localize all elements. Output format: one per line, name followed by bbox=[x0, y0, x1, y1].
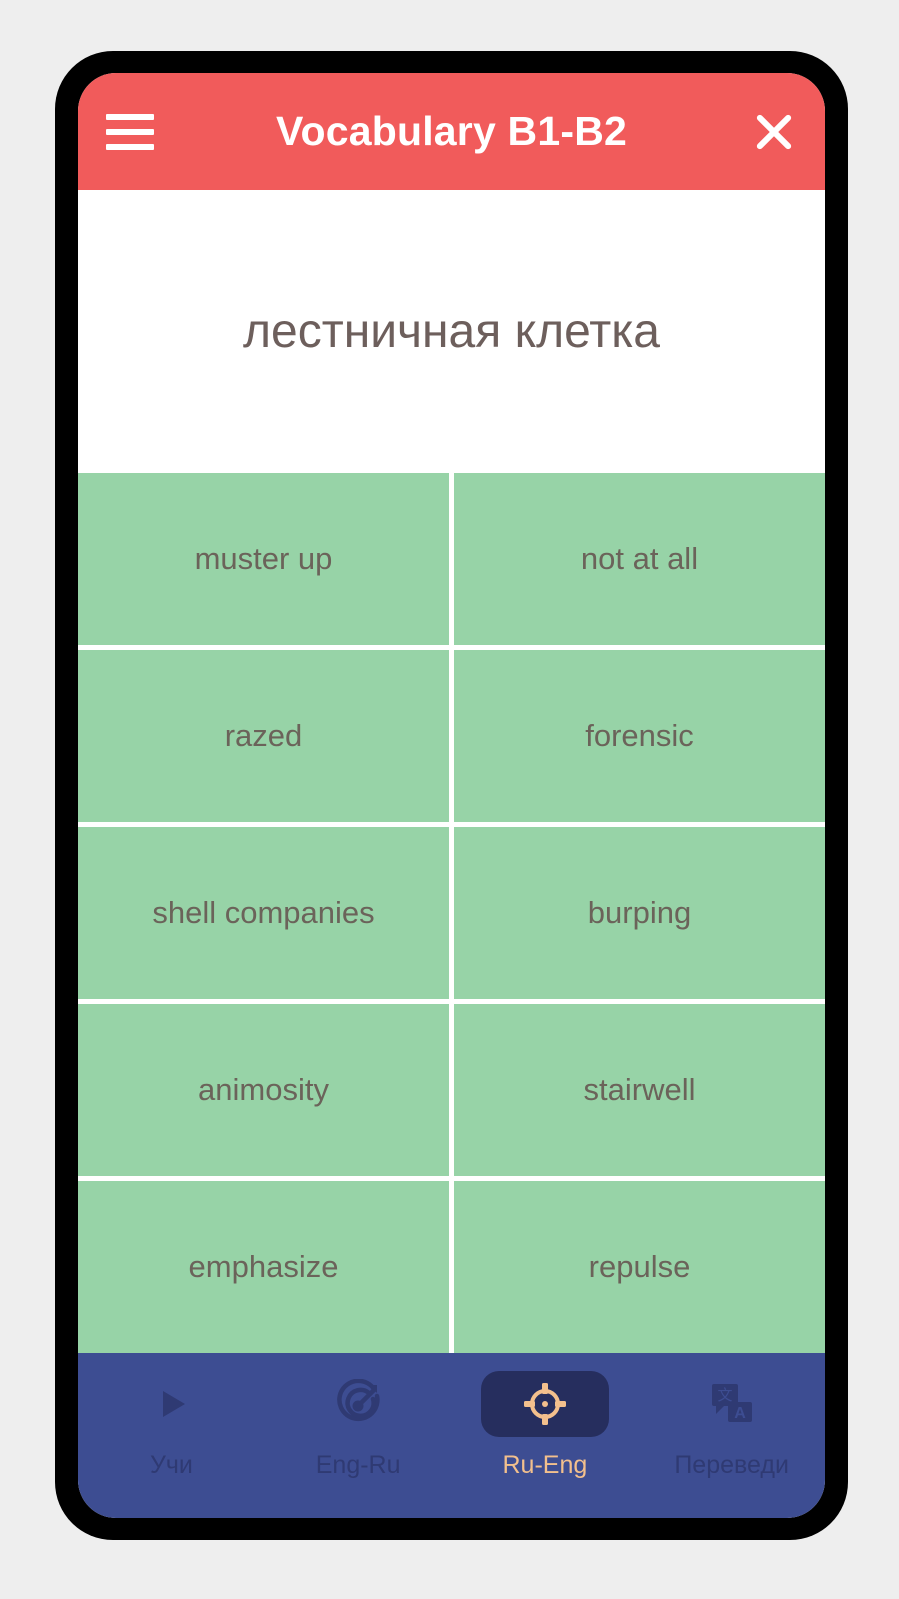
answer-tile[interactable]: repulse bbox=[454, 1181, 825, 1353]
nav-label: Учи bbox=[149, 1451, 193, 1479]
screen-root: Vocabulary B1-B2 лестничная клетка muste… bbox=[0, 0, 899, 1599]
hamburger-bar bbox=[106, 128, 154, 135]
answer-tile[interactable]: stairwell bbox=[454, 1004, 825, 1176]
nav-icon-wrap bbox=[107, 1371, 235, 1437]
nav-item-uchi[interactable]: Учи bbox=[78, 1367, 265, 1480]
answer-tile[interactable]: emphasize bbox=[78, 1181, 449, 1353]
nav-icon-wrap bbox=[294, 1371, 422, 1437]
phone-screen: Vocabulary B1-B2 лестничная клетка muste… bbox=[78, 73, 825, 1518]
nav-item-perevedi[interactable]: 文 A Переведи bbox=[638, 1367, 825, 1480]
nav-icon-wrap: 文 A bbox=[668, 1371, 796, 1437]
answer-tile[interactable]: muster up bbox=[78, 473, 449, 645]
translate-icon: 文 A bbox=[711, 1384, 752, 1422]
bottom-navigation: Учи Eng-Ru Ru-Eng 文 A Переведи bbox=[78, 1353, 825, 1518]
page-title: Vocabulary B1-B2 bbox=[275, 108, 628, 154]
svg-text:文: 文 bbox=[717, 1387, 732, 1404]
answer-tile[interactable]: not at all bbox=[454, 473, 825, 645]
answer-tile[interactable]: burping bbox=[454, 827, 825, 999]
hamburger-bar bbox=[106, 143, 154, 150]
answer-grid: muster up not at all razed forensic shel… bbox=[78, 473, 825, 1353]
answer-tile[interactable]: shell companies bbox=[78, 827, 449, 999]
target-dart-icon bbox=[337, 1379, 380, 1422]
nav-item-eng-ru[interactable]: Eng-Ru bbox=[265, 1367, 452, 1480]
hamburger-bar bbox=[106, 113, 154, 120]
svg-text:A: A bbox=[734, 1405, 746, 1422]
nav-icon-wrap-active bbox=[480, 1371, 609, 1437]
prompt-area: лестничная клетка bbox=[78, 190, 825, 473]
answer-tile[interactable]: forensic bbox=[454, 650, 825, 822]
prompt-word: лестничная клетка bbox=[243, 304, 660, 358]
answer-tile[interactable]: razed bbox=[78, 650, 449, 822]
play-icon bbox=[163, 1391, 186, 1417]
hamburger-menu-icon[interactable] bbox=[106, 113, 154, 150]
nav-label: Eng-Ru bbox=[315, 1451, 401, 1479]
app-header: Vocabulary B1-B2 bbox=[78, 73, 825, 190]
close-icon[interactable] bbox=[751, 109, 797, 155]
phone-frame: Vocabulary B1-B2 лестничная клетка muste… bbox=[55, 51, 848, 1540]
answer-tile[interactable]: animosity bbox=[78, 1004, 449, 1176]
nav-item-ru-eng[interactable]: Ru-Eng bbox=[452, 1367, 639, 1480]
nav-label: Ru-Eng bbox=[502, 1451, 588, 1479]
nav-label: Переведи bbox=[674, 1451, 789, 1479]
crosshair-icon bbox=[523, 1383, 566, 1425]
